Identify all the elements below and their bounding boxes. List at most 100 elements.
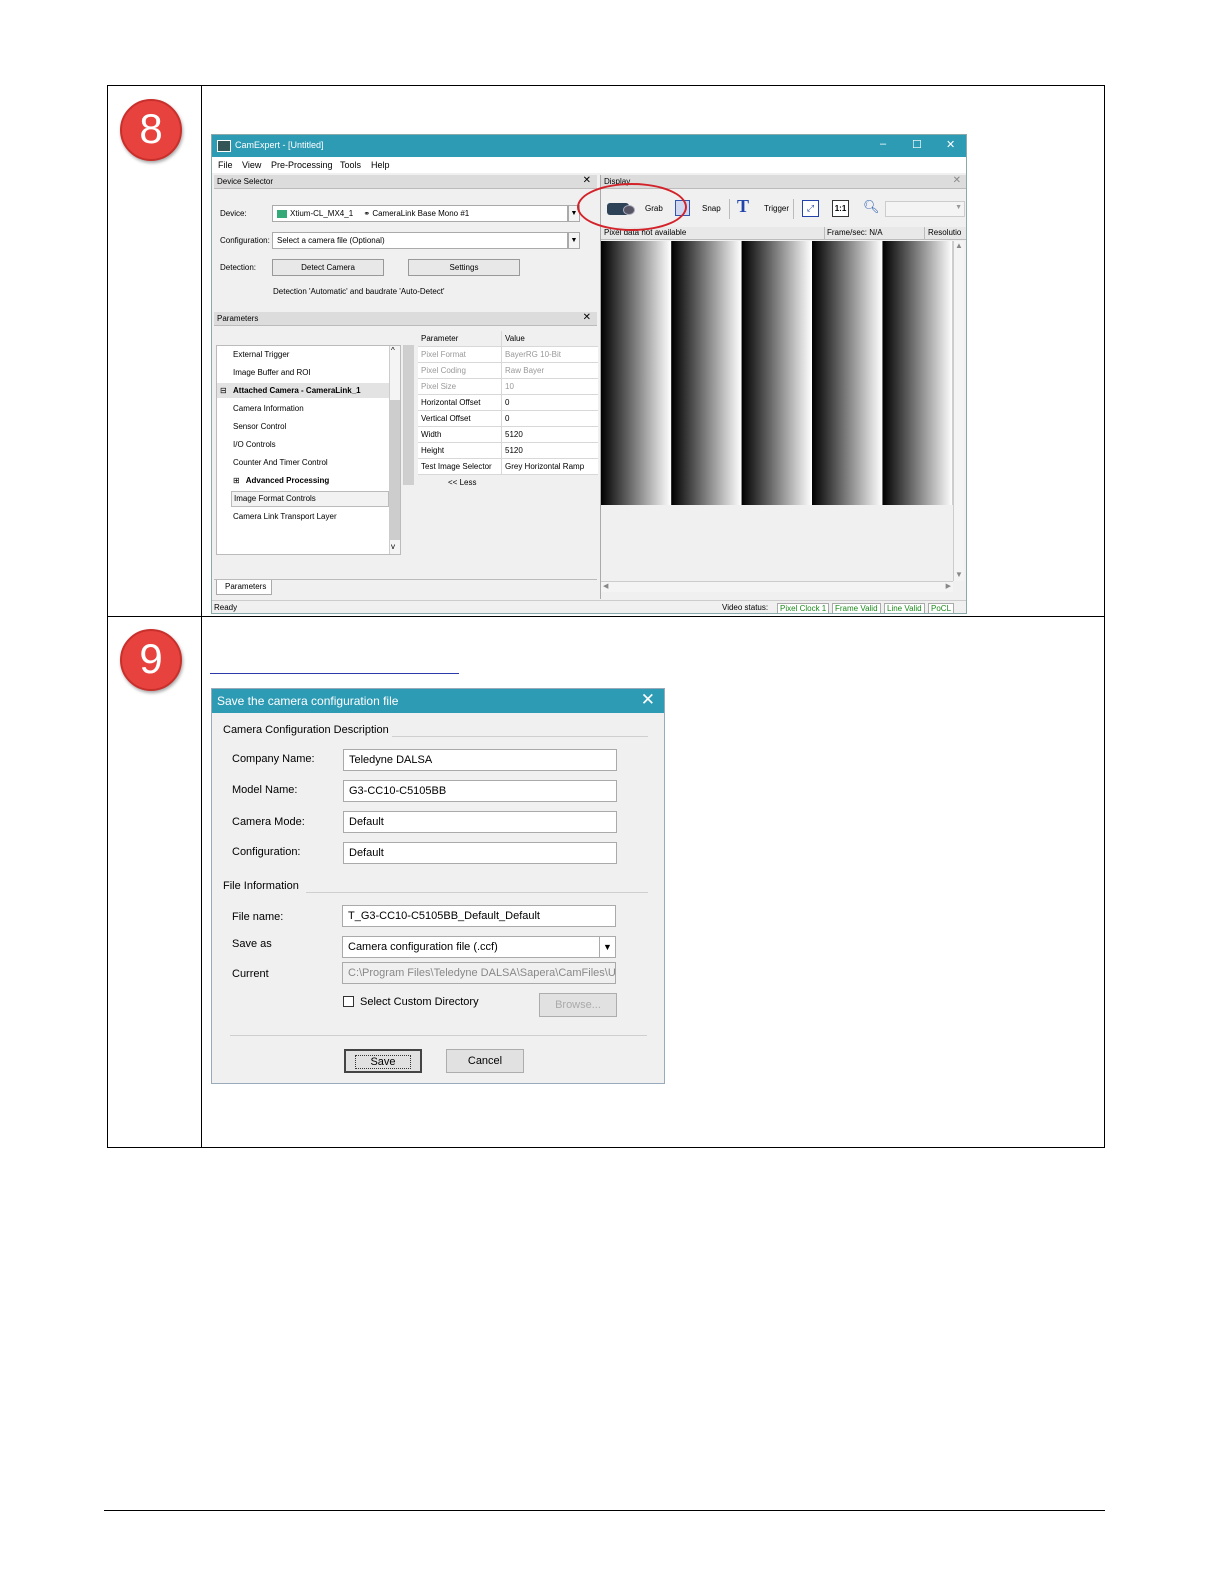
- grab-highlight-circle: [577, 183, 687, 231]
- model-name-field[interactable]: G3-CC10-C5105BB: [343, 780, 617, 802]
- close-button[interactable]: ✕: [946, 138, 955, 151]
- file-info-group-label: File Information: [223, 880, 304, 892]
- custom-directory-label[interactable]: Select Custom Directory: [360, 996, 479, 1008]
- company-name-field[interactable]: Teledyne DALSA: [343, 749, 617, 771]
- save-config-dialog: Save the camera configuration file ✕ Cam…: [211, 688, 665, 1084]
- group-line: [306, 892, 648, 893]
- device-dropdown[interactable]: Xtium-CL_MX4_1 ⚭ CameraLink Base Mono #1: [272, 205, 568, 222]
- param-value: Raw Bayer: [505, 366, 545, 375]
- info-separator: [824, 227, 825, 240]
- step-8-badge: 8: [120, 99, 182, 161]
- scroll-down-icon[interactable]: v: [391, 542, 395, 551]
- menu-help[interactable]: Help: [371, 160, 390, 170]
- device-selector-title: Device Selector: [217, 177, 274, 186]
- model-name-label: Model Name:: [232, 784, 298, 796]
- save-button[interactable]: Save: [344, 1049, 422, 1073]
- tree-item-sensor-control[interactable]: Sensor Control: [233, 422, 286, 431]
- display-hscrollbar[interactable]: ◀ ▶: [601, 581, 953, 592]
- zoom-dropdown[interactable]: ▼: [885, 201, 965, 217]
- parameters-close-icon[interactable]: ✕: [583, 312, 591, 323]
- trigger-icon[interactable]: T: [737, 196, 749, 217]
- configuration-label: Configuration:: [220, 236, 270, 245]
- expand-icon[interactable]: ⊞: [233, 476, 240, 485]
- tree-item-camera-information[interactable]: Camera Information: [233, 404, 304, 413]
- detect-camera-button[interactable]: Detect Camera: [272, 259, 384, 276]
- menu-tools[interactable]: Tools: [340, 160, 361, 170]
- footer-rule: [104, 1510, 1105, 1511]
- ready-status: Ready: [214, 603, 238, 612]
- column-separator: [501, 379, 502, 394]
- minimize-button[interactable]: –: [880, 138, 886, 150]
- configuration-dropdown[interactable]: Select a camera file (Optional): [272, 232, 568, 249]
- save-as-dropdown[interactable]: Camera configuration file (.ccf): [342, 936, 600, 958]
- tree-item-attached-camera[interactable]: ⊟ Attached Camera - CameraLink_1: [217, 383, 389, 398]
- tree-item-counter-timer[interactable]: Counter And Timer Control: [233, 458, 328, 467]
- display-close-icon[interactable]: ✕: [953, 175, 961, 186]
- device-camera: CameraLink Base Mono #1: [372, 209, 470, 218]
- cancel-button[interactable]: Cancel: [446, 1049, 524, 1073]
- param-table-scrollbar[interactable]: [403, 345, 414, 485]
- display-scroll-up-icon[interactable]: ▲: [955, 241, 963, 250]
- save-button-label: Save: [355, 1055, 411, 1069]
- tree-item-image-buffer[interactable]: Image Buffer and ROI: [233, 368, 311, 377]
- table-row[interactable]: Horizontal Offset 0: [418, 395, 598, 411]
- current-directory-field: C:\Program Files\Teledyne DALSA\Sapera\C…: [342, 962, 616, 984]
- save-as-dropdown-arrow-icon[interactable]: ▼: [599, 936, 616, 958]
- tree-item-advanced-processing[interactable]: ⊞ Advanced Processing: [233, 476, 329, 485]
- configuration-field[interactable]: Default: [343, 842, 617, 864]
- param-value: Grey Horizontal Ramp: [505, 462, 585, 471]
- tree-item-image-format-controls[interactable]: Image Format Controls: [231, 491, 389, 507]
- table-row[interactable]: Width 5120: [418, 427, 598, 443]
- camera-mode-field[interactable]: Default: [343, 811, 617, 833]
- frame-valid-status: Frame Valid: [832, 603, 881, 613]
- display-scroll-left-icon[interactable]: ◀: [603, 582, 608, 590]
- device-selector-header: Device Selector ✕: [214, 175, 597, 189]
- dialog-titlebar: Save the camera configuration file ✕: [212, 689, 664, 713]
- current-label: Current: [232, 968, 269, 980]
- tree-item-attached-camera-label: Attached Camera - CameraLink_1: [233, 386, 361, 395]
- one-to-one-button[interactable]: 1:1: [832, 200, 849, 217]
- snap-button[interactable]: Snap: [702, 204, 721, 213]
- menu-view[interactable]: View: [242, 160, 261, 170]
- collapse-icon[interactable]: ⊟: [220, 386, 227, 395]
- settings-button[interactable]: Settings: [408, 259, 520, 276]
- param-name: Test Image Selector: [421, 462, 492, 471]
- trigger-button[interactable]: Trigger: [764, 204, 789, 213]
- tree-item-io-controls[interactable]: I/O Controls: [233, 440, 276, 449]
- configuration-label: Configuration:: [232, 846, 301, 858]
- table-row[interactable]: Pixel Coding Raw Bayer: [418, 363, 598, 379]
- custom-directory-checkbox[interactable]: [343, 996, 354, 1007]
- param-scroll-thumb[interactable]: [404, 345, 414, 485]
- table-row[interactable]: Test Image Selector Grey Horizontal Ramp: [418, 459, 598, 475]
- resolution-status: Resolutio: [928, 228, 962, 237]
- tree-item-camera-link-transport[interactable]: Camera Link Transport Layer: [233, 512, 337, 521]
- menu-preprocessing[interactable]: Pre-Processing: [271, 160, 333, 170]
- zoom-icon[interactable]: 🔍︎: [863, 199, 880, 215]
- device-selector-close-icon[interactable]: ✕: [583, 175, 591, 186]
- table-row[interactable]: Pixel Size 10: [418, 379, 598, 395]
- tree-item-external-trigger[interactable]: External Trigger: [233, 350, 289, 359]
- zoom-dropdown-arrow-icon[interactable]: ▼: [955, 204, 962, 211]
- parameters-header: Parameters ✕: [214, 312, 597, 326]
- table-row[interactable]: Vertical Offset 0: [418, 411, 598, 427]
- menu-file[interactable]: File: [218, 160, 233, 170]
- browse-button[interactable]: Browse...: [539, 993, 617, 1017]
- company-name-label: Company Name:: [232, 753, 315, 765]
- file-name-field[interactable]: T_G3-CC10-C5105BB_Default_Default: [342, 905, 616, 927]
- scroll-up-icon[interactable]: ^: [391, 346, 395, 355]
- tab-parameters[interactable]: Parameters: [216, 580, 272, 595]
- dialog-close-icon[interactable]: ✕: [641, 690, 655, 710]
- maximize-button[interactable]: ☐: [912, 138, 922, 151]
- table-row[interactable]: Pixel Format BayerRG 10-Bit: [418, 347, 598, 363]
- less-link[interactable]: << Less: [448, 478, 476, 487]
- display-scroll-right-icon[interactable]: ▶: [946, 582, 951, 590]
- tree-scrollbar[interactable]: ^ v: [389, 346, 400, 554]
- fit-to-window-icon[interactable]: ⤢: [802, 200, 819, 217]
- table-row[interactable]: Height 5120: [418, 443, 598, 459]
- video-status-label: Video status:: [722, 603, 769, 612]
- info-separator: [924, 227, 925, 240]
- tree-scroll-thumb[interactable]: [390, 400, 400, 540]
- display-vscrollbar[interactable]: ▲ ▼: [953, 241, 964, 581]
- display-scroll-down-icon[interactable]: ▼: [955, 570, 963, 579]
- configuration-dropdown-arrow-icon[interactable]: ▼: [568, 232, 580, 249]
